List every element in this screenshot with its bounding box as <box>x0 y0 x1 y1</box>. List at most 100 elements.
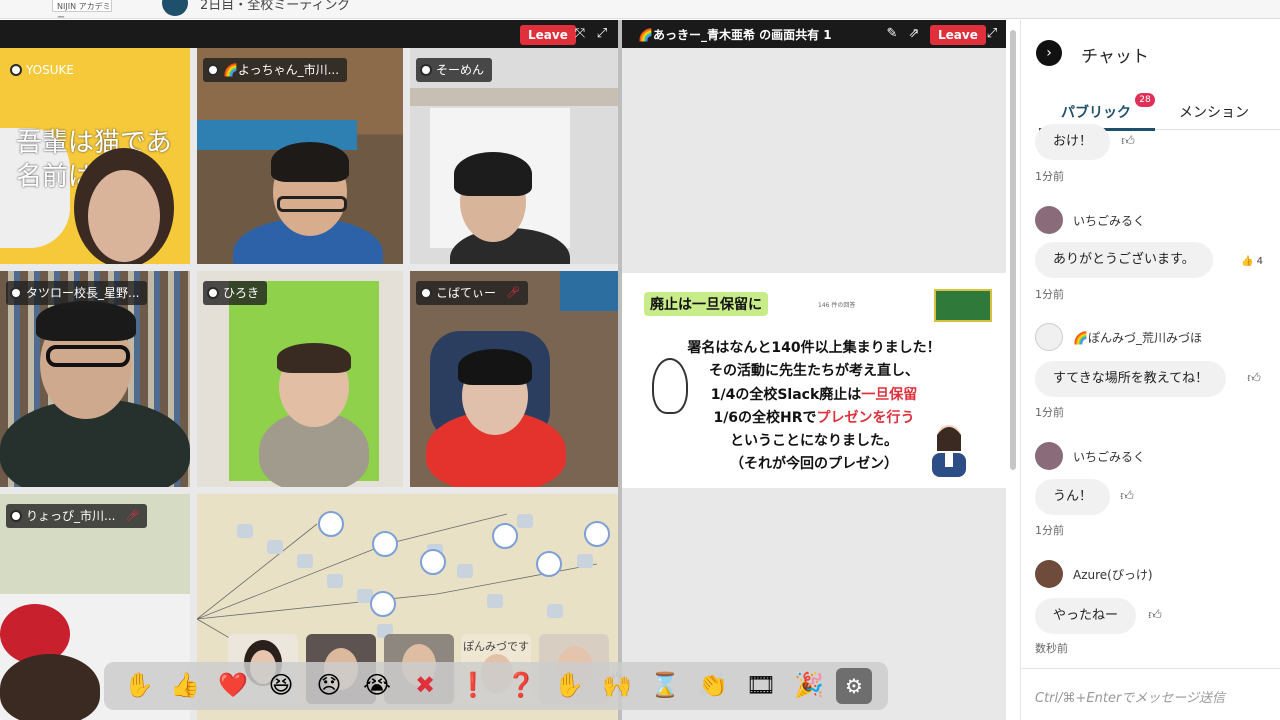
message-author: Azure(ぴっけ) <box>1035 560 1153 588</box>
avatar-dot <box>207 64 219 76</box>
message-bubble: おけ！ <box>1035 124 1111 160</box>
message-time: 1分前 <box>1035 170 1064 183</box>
shared-slide: 廃止は一旦保留に 146 件の回答 署名はなんと140件以上集まりました！ その… <box>622 273 1006 488</box>
chat-input[interactable]: Ctrl/⌘+Enterでメッセージ送信 <box>1021 668 1280 720</box>
participant-label: こばてぃー <box>436 286 497 300</box>
hourglass-icon[interactable]: ⌛ <box>648 668 682 702</box>
participant-name: こばてぃー 🎤︎ <box>416 281 528 305</box>
participant-label: YOSUKE <box>26 63 74 77</box>
author-name: いちごみるく <box>1073 213 1146 228</box>
mic-muted-icon: 🎤︎ <box>125 509 140 522</box>
video-grid: Leave ⤧ ⤢ 吾輩は猫であ 名前は YOSUKE 🌈よっちゃん_市川... <box>0 20 618 720</box>
laugh-icon[interactable]: 😆 <box>264 668 298 702</box>
video-tile[interactable]: タツロー校長_星野... <box>0 271 190 487</box>
participant-label: ひろき <box>223 286 260 300</box>
reaction-tray: ✋ 👍 ❤️ 😆 😞 😭 ✖ ❗ ❓ ✋ 🙌 ⌛ 👏 🎞 🎉 ⚙ <box>104 662 888 710</box>
popout-icon[interactable]: ⇗ <box>906 26 922 42</box>
wave-icon[interactable]: ✋ <box>552 668 586 702</box>
question-icon[interactable]: ❓ <box>504 668 538 702</box>
tab-mentions[interactable]: メンション <box>1179 102 1249 122</box>
sad-icon[interactable]: 😞 <box>312 668 346 702</box>
participant-label: りょっぴ_市川... <box>26 509 116 523</box>
author-name: いちごみるく <box>1073 449 1146 464</box>
heart-icon[interactable]: ❤️ <box>216 668 250 702</box>
like-icon[interactable]: 👍︎ <box>1246 371 1262 387</box>
share-leave-button[interactable]: Leave <box>930 25 986 45</box>
gear-icon[interactable]: ⚙ <box>836 668 872 704</box>
chat-panel: › チャット パブリック 28 メンション おけ！ 👍︎ 1分前 いちごみるく … <box>1020 20 1280 720</box>
top-bar: NIJIN アカデミー 2日目・全校ミーティング <box>0 0 1280 19</box>
avatar <box>1035 442 1063 470</box>
unread-badge: 28 <box>1135 93 1155 107</box>
participant-name: ひろき <box>203 281 268 305</box>
participant-name: そーめん <box>416 58 493 82</box>
participant-label: タツロー校長_星野... <box>26 286 140 300</box>
message-bubble: すてきな場所を教えてね！ <box>1035 361 1227 397</box>
presenter-illustration <box>932 425 966 477</box>
bg-text: 吾輩は猫であ <box>16 128 172 158</box>
message-bubble: やったねー <box>1035 598 1137 634</box>
slide-highlight: 一旦保留 <box>861 387 918 403</box>
slide-tag: 廃止は一旦保留に <box>644 292 768 316</box>
avatar <box>1035 323 1063 351</box>
avatar-dot <box>420 287 432 299</box>
author-name: Azure(ぴっけ) <box>1073 567 1153 582</box>
fullscreen-icon[interactable]: ⤢ <box>594 26 610 42</box>
video-tile[interactable]: 吾輩は猫であ 名前は YOSUKE <box>0 48 190 264</box>
video-tile[interactable]: こばてぃー 🎤︎ <box>410 271 618 487</box>
message-time: 1分前 <box>1035 288 1064 301</box>
tab-public[interactable]: パブリック <box>1061 102 1131 122</box>
avatar-dot <box>10 510 22 522</box>
cry-icon[interactable]: 😭 <box>360 668 394 702</box>
exclamation-icon[interactable]: ❗ <box>456 668 490 702</box>
clap-icon[interactable]: 👏 <box>696 668 730 702</box>
video-tile[interactable]: 🌈よっちゃん_市川... <box>197 48 403 264</box>
room-title: 2日目・全校ミーティング <box>200 0 351 13</box>
app-root: NIJIN アカデミー 2日目・全校ミーティング Leave ⤧ ⤢ 吾輩は猫で… <box>0 0 1280 720</box>
collapse-chat-button[interactable]: › <box>1036 40 1062 66</box>
hands-up-icon[interactable]: 🙌 <box>600 668 634 702</box>
slide-badge-image <box>934 289 992 322</box>
party-icon[interactable]: 🎉 <box>792 668 826 702</box>
message-bubble: うん！ <box>1035 479 1111 515</box>
message-author: いちごみるく <box>1035 206 1145 234</box>
film-icon[interactable]: 🎞 <box>744 668 778 702</box>
raise-hand-icon[interactable]: ✋ <box>122 668 156 702</box>
leave-button[interactable]: Leave <box>520 25 576 45</box>
participant-label: そーめん <box>436 63 485 77</box>
avatar-dot <box>420 64 432 76</box>
video-tile[interactable]: ひろき <box>197 271 403 487</box>
avatar-dot <box>10 287 22 299</box>
author-name: 🌈ぽんみづ_荒川みづほ <box>1073 330 1202 345</box>
like-icon[interactable]: 👍︎ <box>1120 134 1136 150</box>
video-tile[interactable]: そーめん <box>410 48 618 264</box>
reaction-count[interactable]: 👍 4 <box>1241 256 1263 267</box>
mic-muted-icon: 🎤︎ <box>506 286 520 299</box>
chat-header: › チャット <box>1021 20 1280 90</box>
avatar <box>1035 560 1063 588</box>
participant-name: 🌈よっちゃん_市川... <box>203 58 348 82</box>
participant-name: タツロー校長_星野... <box>6 281 148 305</box>
share-header: 🌈あっきー_青木亜希 の画面共有 1 ✎ ⇗ Leave ⤢ <box>622 20 1006 48</box>
participant-name: YOSUKE <box>6 58 82 82</box>
app-logo: NIJIN アカデミー <box>52 0 112 18</box>
thumbs-up-icon[interactable]: 👍 <box>168 668 202 702</box>
slide-line-part: 1/6の全校HRで <box>713 410 817 426</box>
screen-share-panel: 🌈あっきー_青木亜希 の画面共有 1 ✎ ⇗ Leave ⤢ 廃止は一旦保留に … <box>622 20 1006 720</box>
cross-icon[interactable]: ✖ <box>408 668 442 702</box>
message-time: 数秒前 <box>1035 642 1068 655</box>
message-author: いちごみるく <box>1035 442 1145 470</box>
fullscreen-icon[interactable]: ⤢ <box>984 26 1000 42</box>
thumbnail-caption: ぽんみづです <box>463 640 529 653</box>
share-scrollbar[interactable] <box>1010 30 1016 470</box>
chat-input-placeholder: Ctrl/⌘+Enterでメッセージ送信 <box>1035 691 1226 706</box>
slide-count: 146 件の回答 <box>818 302 856 309</box>
share-title: 🌈あっきー_青木亜希 の画面共有 1 <box>638 28 832 42</box>
like-icon[interactable]: 👍︎ <box>1147 608 1163 624</box>
like-icon[interactable]: 👍︎ <box>1119 489 1135 505</box>
edit-icon[interactable]: ✎ <box>884 26 900 42</box>
slide-line: 1/4の全校Slack廃止は一旦保留 <box>622 384 1006 404</box>
participant-label: 🌈よっちゃん_市川... <box>223 63 340 77</box>
layout-icon[interactable]: ⤧ <box>572 26 588 42</box>
chat-title: チャット <box>1081 47 1149 67</box>
